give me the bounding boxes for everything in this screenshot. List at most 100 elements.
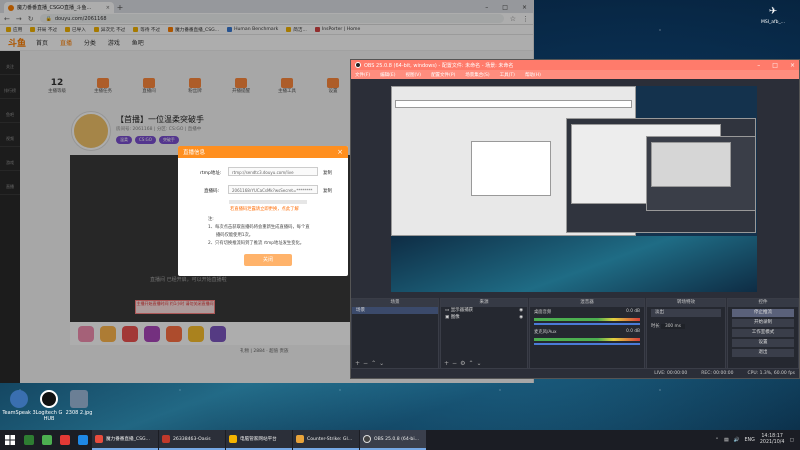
notification-icon[interactable]: ▢ bbox=[789, 438, 794, 443]
menu-profile[interactable]: 配置文件(P) bbox=[431, 72, 455, 78]
taskbar-search-icon[interactable] bbox=[20, 430, 38, 450]
copy-rtmp-button[interactable]: 复制 bbox=[323, 170, 332, 176]
eye-icon[interactable]: ◉ bbox=[519, 315, 523, 321]
audio-meter bbox=[534, 318, 640, 321]
menu-tools[interactable]: 工具(T) bbox=[500, 72, 515, 78]
desktop-icon-label: MSI_afb_... bbox=[760, 20, 786, 25]
menu-file[interactable]: 文件(F) bbox=[355, 72, 370, 78]
taskbar-pinned-app[interactable] bbox=[38, 430, 56, 450]
menu-help[interactable]: 帮助(H) bbox=[525, 72, 541, 78]
transition-select[interactable]: 淡出 bbox=[651, 309, 721, 317]
image-file-icon bbox=[70, 390, 88, 408]
key-warning: 若直播码泄露请立即更换，点此了解 bbox=[230, 206, 299, 212]
sources-toolbar: +−⚙⌃⌄ bbox=[444, 360, 485, 367]
taskbar-app-obs[interactable]: OBS 25.0.8 (64-bi... bbox=[360, 430, 426, 450]
desktop-icon-label: Logitech G HUB bbox=[35, 410, 63, 422]
desktop-icon-msi[interactable]: ✈ MSI_afb_... bbox=[758, 6, 788, 25]
taskbar-app-chrome[interactable]: 魔力番番直播_CSG... bbox=[92, 430, 158, 450]
controls-dock: 控件 停止推流 开始录制 工作室模式 设置 退出 bbox=[727, 298, 799, 370]
app-icon bbox=[78, 435, 88, 445]
stream-key-field[interactable]: 2061168rYUCaCsMk?wsSecret=******** bbox=[228, 185, 318, 194]
stream-info-dialog: 直播信息 × rtmp地址: rtmp://sendtc3.douyu.com/… bbox=[178, 146, 348, 276]
volume-slider[interactable] bbox=[534, 343, 640, 345]
mixer-channel: 桌面音频 0.0 dB bbox=[534, 309, 640, 315]
chevron-up-icon[interactable]: ⌃ bbox=[715, 438, 719, 443]
duration-input[interactable]: 300 ms bbox=[660, 324, 685, 329]
up-icon[interactable]: ⌃ bbox=[371, 360, 379, 367]
close-icon[interactable]: × bbox=[337, 148, 343, 156]
eye-icon[interactable]: ◉ bbox=[519, 308, 523, 314]
down-icon[interactable]: ⌄ bbox=[476, 360, 484, 367]
menu-edit[interactable]: 编辑(E) bbox=[380, 72, 395, 78]
key-scrollbar[interactable] bbox=[229, 200, 307, 204]
stop-stream-button[interactable]: 停止推流 bbox=[732, 309, 794, 317]
minimize-icon[interactable]: – bbox=[757, 62, 760, 69]
taskbar-app-csgo[interactable]: Counter-Strike: Gl... bbox=[293, 430, 359, 450]
controls-title: 控件 bbox=[728, 299, 798, 307]
start-recording-button[interactable]: 开始录制 bbox=[732, 319, 794, 327]
remove-icon[interactable]: − bbox=[452, 360, 460, 367]
preview-wallpaper bbox=[391, 236, 757, 292]
preview-nested-dialog bbox=[471, 141, 551, 196]
rtmp-field[interactable]: rtmp://sendtc3.douyu.com/live bbox=[228, 167, 318, 176]
remove-icon[interactable]: − bbox=[363, 360, 371, 367]
settings-button[interactable]: 设置 bbox=[732, 339, 794, 347]
menu-scene-collection[interactable]: 场景集合(S) bbox=[465, 72, 489, 78]
windows-icon bbox=[5, 435, 15, 445]
app-icon bbox=[229, 435, 237, 443]
obs-icon bbox=[363, 435, 371, 443]
start-button[interactable] bbox=[0, 430, 20, 450]
studio-mode-button[interactable]: 工作室模式 bbox=[732, 329, 794, 337]
add-icon[interactable]: + bbox=[444, 360, 452, 367]
taskbar-pinned-app[interactable] bbox=[74, 430, 92, 450]
teamspeak-icon bbox=[10, 390, 28, 408]
taskbar-app-oasis[interactable]: 26338463-Oasis bbox=[159, 430, 225, 450]
audio-meter bbox=[534, 338, 640, 341]
close-window-icon[interactable]: × bbox=[790, 62, 795, 69]
scenes-toolbar: +−⌃⌄ bbox=[355, 360, 387, 367]
obs-preview[interactable] bbox=[391, 86, 757, 292]
duration-label: 时长 bbox=[651, 324, 660, 329]
volume-icon[interactable]: 🔊 bbox=[734, 438, 740, 443]
obs-window: OBS 25.0.8 (64-bit, windows) - 配置文件: 未命名… bbox=[350, 59, 800, 379]
scenes-dock: 场景 场景 +−⌃⌄ bbox=[351, 298, 439, 370]
close-dialog-button[interactable]: 关闭 bbox=[244, 254, 292, 266]
note-line: 注: bbox=[208, 217, 214, 222]
cpu-status: CPU: 1.3%, 60.00 fps bbox=[747, 371, 796, 376]
warning-text[interactable]: 若直播码泄露请立即更换，点此了解 bbox=[230, 207, 299, 212]
language-indicator[interactable]: ENG bbox=[745, 438, 755, 443]
obs-logo-icon bbox=[355, 62, 361, 68]
desktop-icon-image[interactable]: 2308 2.jpg bbox=[62, 390, 96, 416]
app-icon bbox=[24, 435, 34, 445]
down-icon[interactable]: ⌄ bbox=[379, 360, 387, 367]
volume-slider[interactable] bbox=[534, 323, 640, 325]
obs-menubar: 文件(F) 编辑(E) 视图(V) 配置文件(P) 场景集合(S) 工具(T) … bbox=[351, 70, 799, 79]
desktop-icon-ghub[interactable]: Logitech G HUB bbox=[32, 390, 66, 422]
app-icon bbox=[162, 435, 170, 443]
scene-item[interactable]: 场景 bbox=[352, 307, 438, 314]
note-line: 播码仅能使用1次。 bbox=[216, 233, 254, 238]
taskbar: 魔力番番直播_CSG... 26338463-Oasis 电脑管家网站平台 Co… bbox=[0, 430, 800, 450]
transitions-dock: 转场特效 淡出 时长 300 ms bbox=[646, 298, 726, 370]
source-item[interactable]: ▣ 图像 ◉ bbox=[441, 314, 527, 321]
add-icon[interactable]: + bbox=[355, 360, 363, 367]
note-line: 1、每次点击获取直播码将会重新生成直播码，每个直 bbox=[208, 225, 310, 230]
mixer-title: 混音器 bbox=[530, 299, 644, 307]
menu-view[interactable]: 视图(V) bbox=[405, 72, 421, 78]
app-icon bbox=[60, 435, 70, 445]
maximize-icon[interactable]: □ bbox=[772, 62, 778, 69]
network-icon[interactable]: ▤ bbox=[724, 438, 729, 443]
desktop-icon-teamspeak[interactable]: TeamSpeak 3 bbox=[2, 390, 36, 416]
transitions-title: 转场特效 bbox=[647, 299, 725, 307]
dialog-header: 直播信息 × bbox=[178, 146, 348, 158]
copy-key-button[interactable]: 复制 bbox=[323, 188, 332, 194]
exit-button[interactable]: 退出 bbox=[732, 349, 794, 357]
dialog-title: 直播信息 bbox=[183, 150, 206, 156]
chrome-icon bbox=[95, 435, 103, 443]
taskbar-pinned-app[interactable] bbox=[56, 430, 74, 450]
source-item[interactable]: ▭ 显示器捕获 ◉ bbox=[441, 307, 527, 314]
app-icon bbox=[42, 435, 52, 445]
note-line: 2、只有切换推流码到了推流 rtmp地址发生变化。 bbox=[208, 241, 305, 246]
clock[interactable]: 14:18:17 2021/10/4 bbox=[760, 434, 785, 446]
taskbar-app-guanjia[interactable]: 电脑管家网站平台 bbox=[226, 430, 292, 450]
